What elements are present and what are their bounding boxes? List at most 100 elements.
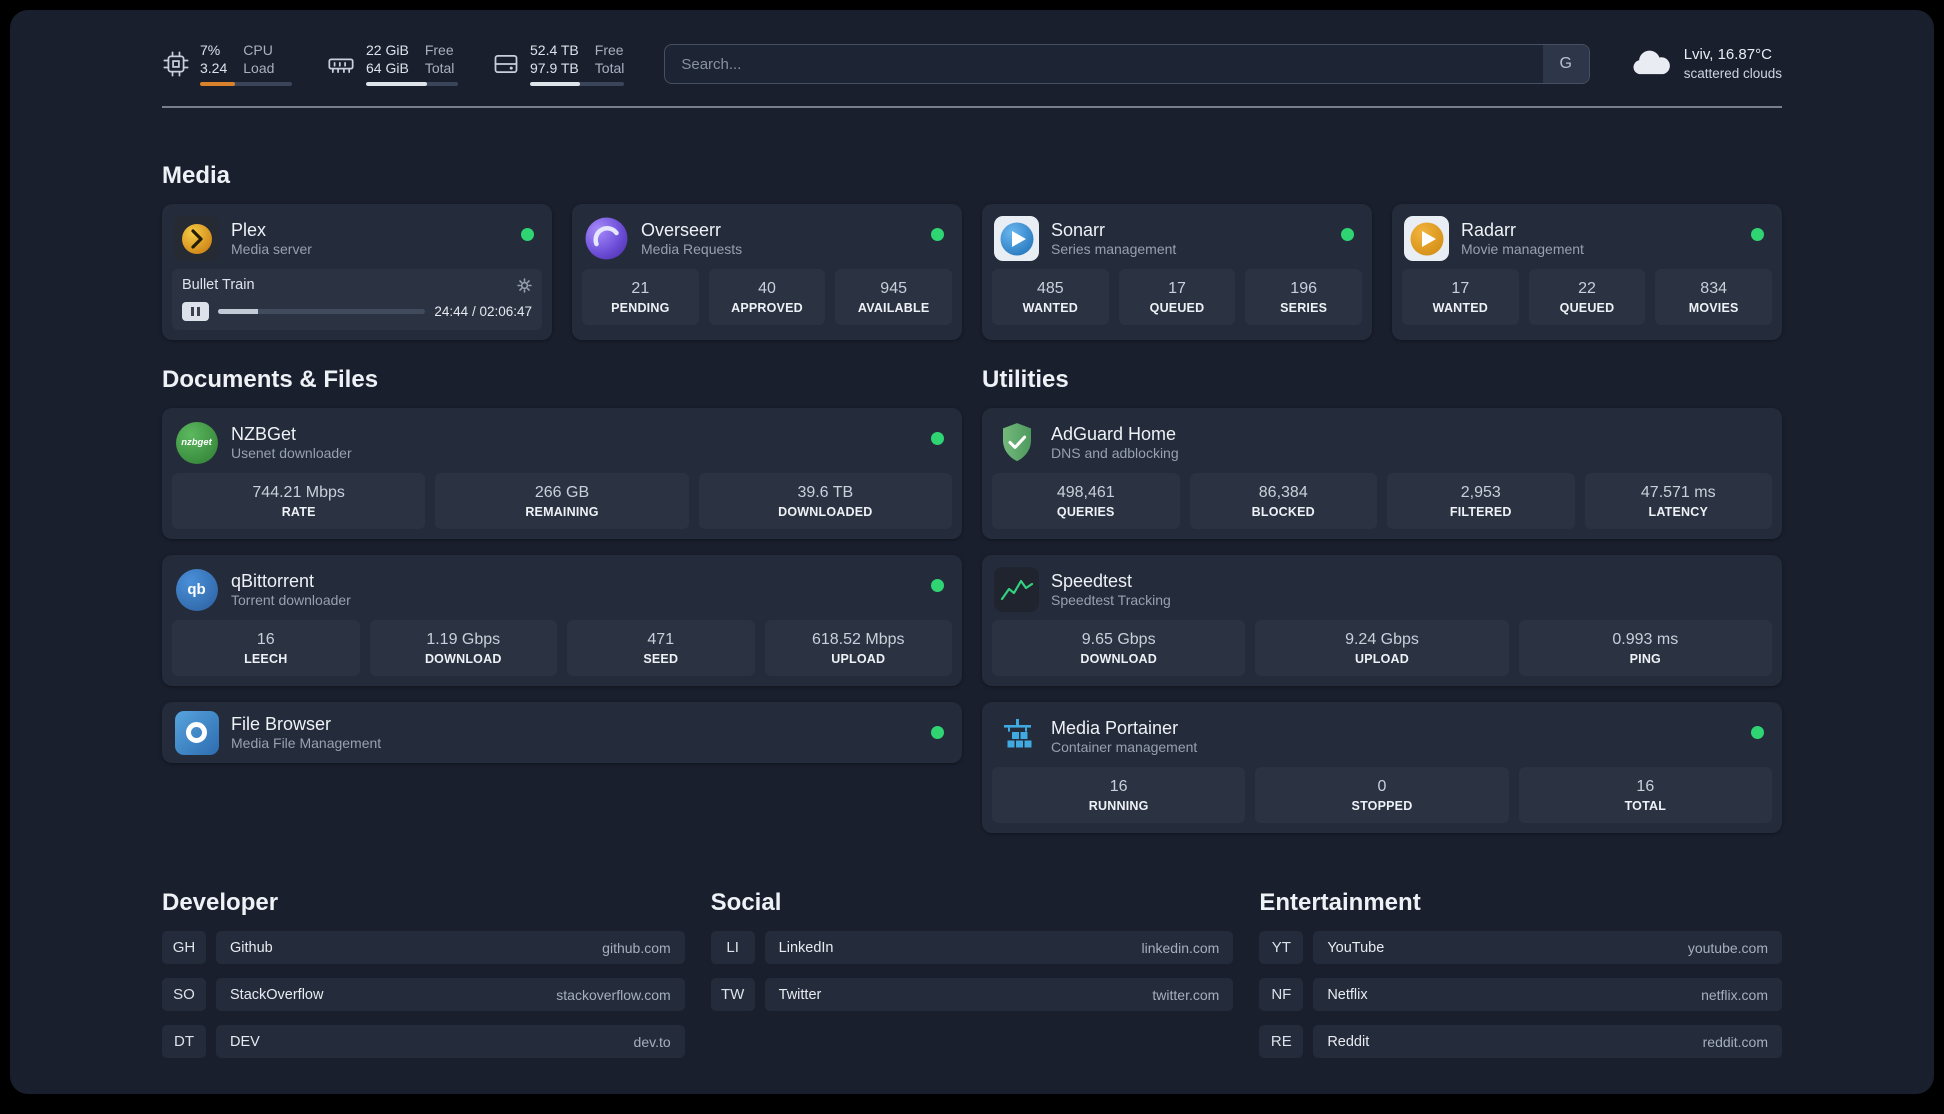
stat-download: 1.19 Gbps DOWNLOAD — [369, 620, 557, 676]
overseerr-icon — [584, 216, 629, 261]
service-card-sonarr[interactable]: Sonarr Series management 485 WANTED 17 QUE… — [982, 204, 1372, 340]
service-name: Overseerr — [641, 219, 722, 240]
stat-rate: 744.21 Mbps RATE — [172, 473, 426, 529]
service-name: Speedtest — [1051, 570, 1133, 591]
status-dot — [931, 726, 944, 739]
twitter-abbr-badge: TW — [710, 978, 755, 1011]
dev-link[interactable]: DEV dev.to — [216, 1025, 685, 1058]
service-card-overseerr[interactable]: Overseerr Media Requests 21 PENDING 40 APP… — [572, 204, 962, 340]
cpu-usage-value: 7% — [200, 42, 221, 58]
gear-icon[interactable] — [517, 277, 532, 293]
now-playing-title: Bullet Train — [182, 277, 255, 293]
filebrowser-icon — [174, 710, 219, 755]
stat-series: 196 SERIES — [1245, 269, 1362, 325]
dev-abbr-badge: DT — [162, 1025, 206, 1058]
service-name: Media Portainer — [1051, 717, 1179, 738]
service-desc: Media server — [231, 241, 312, 257]
stat-blocked: 86,384 BLOCKED — [1189, 473, 1377, 529]
plex-now-playing-widget: Bullet Train 24:44 / 02:06:47 — [172, 269, 542, 330]
disk-usage-bar — [530, 82, 625, 86]
status-dot — [931, 432, 944, 445]
service-card-plex[interactable]: Plex Media server Bullet Train 24:44 / 0… — [162, 204, 552, 340]
service-desc: Media Requests — [641, 241, 743, 257]
service-name: Sonarr — [1051, 219, 1106, 240]
youtube-link[interactable]: YouTube youtube.com — [1313, 931, 1782, 964]
documents-column: Documents & Files nzbget NZBGet Usenet d… — [162, 366, 962, 833]
service-card-filebrowser[interactable]: File Browser Media File Management — [162, 702, 962, 763]
github-link[interactable]: Github github.com — [216, 931, 685, 964]
stat-upload: 9.24 Gbps UPLOAD — [1255, 620, 1509, 676]
stackoverflow-link[interactable]: StackOverflow stackoverflow.com — [216, 978, 685, 1011]
utilities-column: Utilities AdGuard Home DNS and adblockin… — [982, 366, 1782, 833]
service-card-adguard[interactable]: AdGuard Home DNS and adblocking 498,461 Q… — [982, 408, 1782, 539]
playback-progress-bar[interactable] — [218, 309, 426, 314]
adguard-icon — [994, 420, 1039, 465]
link-row-youtube: YT YouTube youtube.com — [1259, 931, 1782, 964]
link-row-dev: DT DEV dev.to — [162, 1025, 685, 1058]
memory-label-bottom: Total — [424, 59, 455, 76]
memory-usage-bar — [366, 82, 458, 86]
stat-movies: 834 MOVIES — [1655, 269, 1772, 325]
section-title-developer: Developer — [162, 889, 279, 916]
service-name: NZBGet — [231, 423, 297, 444]
status-dot — [931, 579, 944, 592]
linkedin-abbr-badge: LI — [710, 931, 755, 964]
memory-widget: 22 GiB 64 GiB Free Total — [326, 42, 458, 86]
status-dot — [521, 228, 534, 241]
disk-label-bottom: Total — [594, 59, 625, 76]
section-title-social: Social — [710, 889, 782, 916]
playback-time: 24:44 / 02:06:47 — [434, 304, 532, 319]
stat-latency: 47.571 ms LATENCY — [1584, 473, 1772, 529]
link-row-linkedin: LI LinkedIn linkedin.com — [710, 931, 1234, 964]
qbittorrent-icon: qb — [174, 567, 219, 612]
link-row-reddit: RE Reddit reddit.com — [1259, 1025, 1782, 1058]
search-input[interactable] — [665, 45, 1543, 83]
disk-total-value: 97.9 TB — [530, 59, 579, 76]
service-desc: Movie management — [1461, 241, 1584, 257]
memory-label-top: Free — [424, 42, 454, 58]
link-row-stackoverflow: SO StackOverflow stackoverflow.com — [162, 978, 685, 1011]
link-row-netflix: NF Netflix netflix.com — [1259, 978, 1782, 1011]
section-title-media: Media — [162, 162, 231, 189]
stat-stopped: 0 STOPPED — [1255, 767, 1509, 823]
memory-total-value: 64 GiB — [366, 59, 409, 76]
disk-widget: 52.4 TB 97.9 TB Free Total — [492, 42, 625, 86]
cpu-load-value: 3.24 — [200, 59, 228, 76]
stat-download: 9.65 Gbps DOWNLOAD — [992, 620, 1246, 676]
nzbget-icon: nzbget — [174, 420, 219, 465]
reddit-link[interactable]: Reddit reddit.com — [1313, 1025, 1782, 1058]
service-card-portainer[interactable]: Media Portainer Container management 16 R… — [982, 702, 1782, 833]
topbar: 7% 3.24 CPU Load 22 GiB 64 GiB Free Tota… — [162, 10, 1782, 86]
status-dot — [1751, 726, 1764, 739]
developer-links: Developer GH Github github.com SO StackO… — [162, 889, 685, 1058]
service-card-nzbget[interactable]: nzbget NZBGet Usenet downloader 744.21 M… — [162, 408, 962, 539]
stat-running: 16 RUNNING — [992, 767, 1246, 823]
sonarr-icon — [994, 216, 1039, 261]
youtube-abbr-badge: YT — [1259, 931, 1304, 964]
twitter-link[interactable]: Twitter twitter.com — [764, 978, 1234, 1011]
service-card-qbittorrent[interactable]: qb qBittorrent Torrent downloader 16 LEEC… — [162, 555, 962, 686]
stat-total: 16 TOTAL — [1518, 767, 1772, 823]
radarr-icon — [1404, 216, 1449, 261]
memory-free-value: 22 GiB — [366, 42, 409, 58]
resource-widgets: 7% 3.24 CPU Load 22 GiB 64 GiB Free Tota… — [162, 42, 625, 86]
stat-queries: 498,461 QUERIES — [992, 473, 1180, 529]
stat-leech: 16 LEECH — [172, 620, 360, 676]
netflix-link[interactable]: Netflix netflix.com — [1313, 978, 1782, 1011]
speedtest-icon — [994, 567, 1039, 612]
stat-downloaded: 39.6 TB DOWNLOADED — [698, 473, 952, 529]
stat-wanted: 17 WANTED — [1402, 269, 1519, 325]
service-desc: Container management — [1051, 739, 1198, 755]
section-title-entertainment: Entertainment — [1259, 889, 1421, 916]
stat-ping: 0.993 ms PING — [1518, 620, 1772, 676]
pause-button[interactable] — [182, 302, 209, 321]
stackoverflow-abbr-badge: SO — [162, 978, 206, 1011]
service-card-radarr[interactable]: Radarr Movie management 17 WANTED 22 QUEUE… — [1392, 204, 1782, 340]
disk-label-top: Free — [594, 42, 624, 58]
service-card-speedtest[interactable]: Speedtest Speedtest Tracking 9.65 Gbps DO… — [982, 555, 1782, 686]
search-provider-button[interactable]: G — [1542, 45, 1589, 83]
linkedin-link[interactable]: LinkedIn linkedin.com — [764, 931, 1234, 964]
stat-upload: 618.52 Mbps UPLOAD — [764, 620, 952, 676]
stat-approved: 40 APPROVED — [708, 269, 826, 325]
service-name: Radarr — [1461, 219, 1517, 240]
